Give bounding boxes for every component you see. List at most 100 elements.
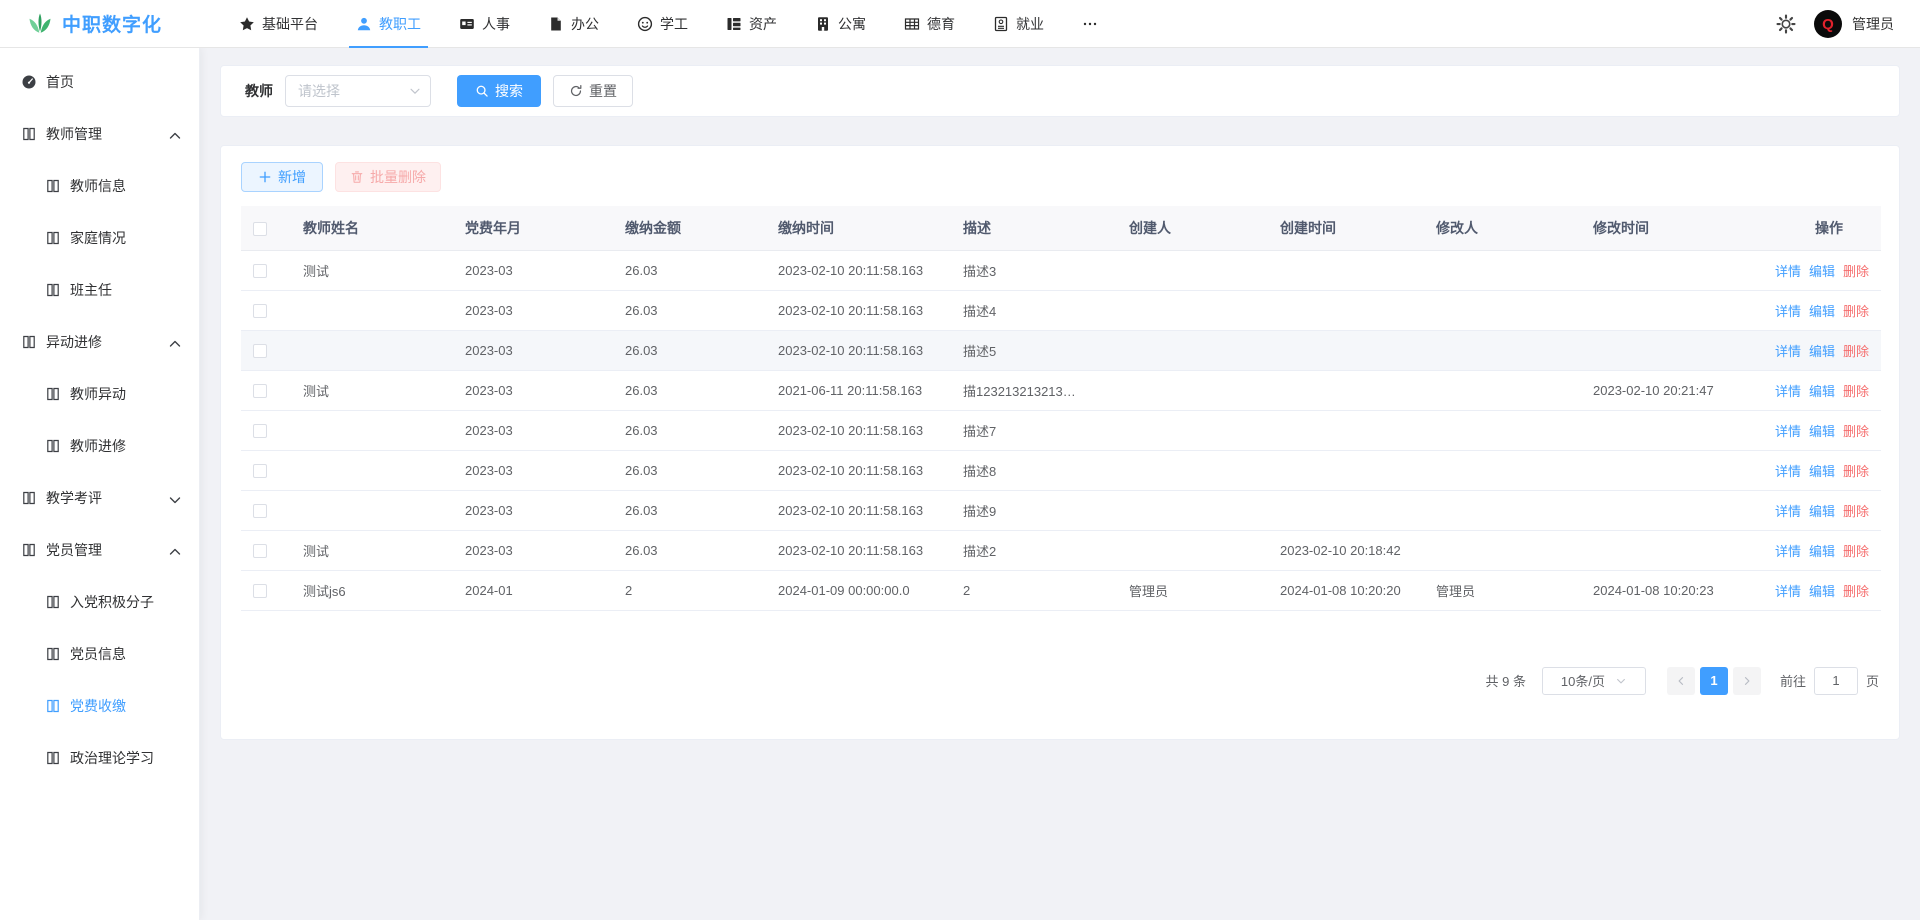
sidebar-item-teaching-evaluation[interactable]: 教学考评 (0, 472, 199, 524)
chevron-left-icon (1675, 675, 1687, 687)
row-checkbox[interactable] (253, 304, 267, 318)
delete-link[interactable]: 删除 (1843, 384, 1869, 399)
nav-item-assets[interactable]: 资产 (707, 0, 796, 48)
book-icon (45, 438, 61, 454)
username-label[interactable]: 管理员 (1852, 14, 1894, 34)
nav-item-label: 基础平台 (262, 14, 318, 34)
prev-page-button[interactable] (1667, 667, 1695, 695)
edit-link[interactable]: 编辑 (1809, 544, 1835, 559)
nav-item-hr[interactable]: 人事 (440, 0, 529, 48)
app-logo[interactable]: 中职数字化 (0, 10, 206, 38)
cell-modifier: 管理员 (1424, 570, 1581, 610)
teacher-select[interactable]: 请选择 (285, 75, 431, 107)
next-page-button[interactable] (1733, 667, 1761, 695)
row-checkbox[interactable] (253, 584, 267, 598)
sidebar-item-head-teacher[interactable]: 班主任 (0, 264, 199, 316)
sidebar-item-party-activist[interactable]: 入党积极分子 (0, 576, 199, 628)
sidebar-item-teacher-training[interactable]: 教师进修 (0, 420, 199, 472)
select-all-checkbox[interactable] (253, 222, 267, 236)
sidebar-item-party-member-info[interactable]: 党员信息 (0, 628, 199, 680)
sidebar-item-party-management[interactable]: 党员管理 (0, 524, 199, 576)
delete-link[interactable]: 删除 (1843, 304, 1869, 319)
batch-delete-button[interactable]: 批量删除 (335, 162, 441, 192)
goto-label: 前往 (1780, 671, 1806, 690)
cell-modifier (1424, 290, 1581, 330)
nav-item-more[interactable] (1063, 0, 1124, 48)
edit-link[interactable]: 编辑 (1809, 584, 1835, 599)
book-icon (45, 282, 61, 298)
detail-link[interactable]: 详情 (1775, 264, 1801, 279)
delete-link[interactable]: 删除 (1843, 504, 1869, 519)
row-checkbox[interactable] (253, 384, 267, 398)
cell-month: 2023-03 (453, 290, 613, 330)
sidebar-item-transfer-training[interactable]: 异动进修 (0, 316, 199, 368)
avatar[interactable]: Q (1814, 10, 1842, 38)
nav-item-moral-education[interactable]: 德育 (885, 0, 974, 48)
page-number-1[interactable]: 1 (1700, 667, 1728, 695)
book-icon (45, 178, 61, 194)
nav-item-office[interactable]: 办公 (529, 0, 618, 48)
ellipsis-icon (1082, 16, 1098, 32)
detail-link[interactable]: 详情 (1775, 464, 1801, 479)
delete-link[interactable]: 删除 (1843, 464, 1869, 479)
search-button[interactable]: 搜索 (457, 75, 541, 107)
edit-link[interactable]: 编辑 (1809, 344, 1835, 359)
row-checkbox[interactable] (253, 424, 267, 438)
nav-item-apartment[interactable]: 公寓 (796, 0, 885, 48)
top-nav-menu: 基础平台教职工人事办公学工资产公寓德育就业 (220, 0, 1124, 48)
detail-link[interactable]: 详情 (1775, 584, 1801, 599)
cell-name: 测试 (291, 370, 453, 410)
goto-page-input[interactable] (1814, 667, 1858, 695)
sidebar-item-teacher-management[interactable]: 教师管理 (0, 108, 199, 160)
detail-link[interactable]: 详情 (1775, 544, 1801, 559)
chevron-up-icon (167, 544, 183, 560)
edit-link[interactable]: 编辑 (1809, 504, 1835, 519)
delete-link[interactable]: 删除 (1843, 344, 1869, 359)
sidebar-item-label: 班主任 (70, 280, 112, 300)
delete-link[interactable]: 删除 (1843, 424, 1869, 439)
page-size-select[interactable]: 10条/页 (1542, 667, 1646, 695)
delete-link[interactable]: 删除 (1843, 544, 1869, 559)
row-checkbox[interactable] (253, 344, 267, 358)
sidebar-item-label: 教师进修 (70, 436, 126, 456)
row-checkbox[interactable] (253, 264, 267, 278)
cell-month: 2023-03 (453, 410, 613, 450)
detail-link[interactable]: 详情 (1775, 424, 1801, 439)
plant-logo-icon (26, 10, 54, 38)
edit-link[interactable]: 编辑 (1809, 424, 1835, 439)
cell-modify_time: 2024-01-08 10:20:23 (1581, 570, 1741, 610)
book-icon (45, 646, 61, 662)
nav-item-staff[interactable]: 教职工 (337, 0, 440, 48)
settings-button[interactable] (1776, 14, 1796, 34)
edit-link[interactable]: 编辑 (1809, 304, 1835, 319)
sidebar-item-teacher-transfer[interactable]: 教师异动 (0, 368, 199, 420)
edit-link[interactable]: 编辑 (1809, 464, 1835, 479)
chevron-up-icon (167, 336, 183, 352)
detail-link[interactable]: 详情 (1775, 344, 1801, 359)
sidebar-item-label: 教学考评 (46, 488, 102, 508)
sidebar-item-political-theory-study[interactable]: 政治理论学习 (0, 732, 199, 784)
edit-link[interactable]: 编辑 (1809, 264, 1835, 279)
cell-desc: 描述2 (951, 530, 1117, 570)
add-button[interactable]: 新增 (241, 162, 323, 192)
nav-item-student-affairs[interactable]: 学工 (618, 0, 707, 48)
cell-amount: 26.03 (613, 290, 766, 330)
sidebar-item-teacher-info[interactable]: 教师信息 (0, 160, 199, 212)
edit-link[interactable]: 编辑 (1809, 384, 1835, 399)
detail-link[interactable]: 详情 (1775, 304, 1801, 319)
row-select-cell (241, 490, 291, 530)
nav-item-employment[interactable]: 就业 (974, 0, 1063, 48)
delete-link[interactable]: 删除 (1843, 264, 1869, 279)
sidebar-item-home[interactable]: 首页 (0, 56, 199, 108)
row-checkbox[interactable] (253, 504, 267, 518)
detail-link[interactable]: 详情 (1775, 504, 1801, 519)
delete-link[interactable]: 删除 (1843, 584, 1869, 599)
reset-button[interactable]: 重置 (553, 75, 633, 107)
row-checkbox[interactable] (253, 464, 267, 478)
nav-item-base-platform[interactable]: 基础平台 (220, 0, 337, 48)
detail-link[interactable]: 详情 (1775, 384, 1801, 399)
sidebar-item-family-info[interactable]: 家庭情况 (0, 212, 199, 264)
cell-modify_time (1581, 490, 1741, 530)
row-checkbox[interactable] (253, 544, 267, 558)
sidebar-item-party-fee-collection[interactable]: 党费收缴 (0, 680, 199, 732)
